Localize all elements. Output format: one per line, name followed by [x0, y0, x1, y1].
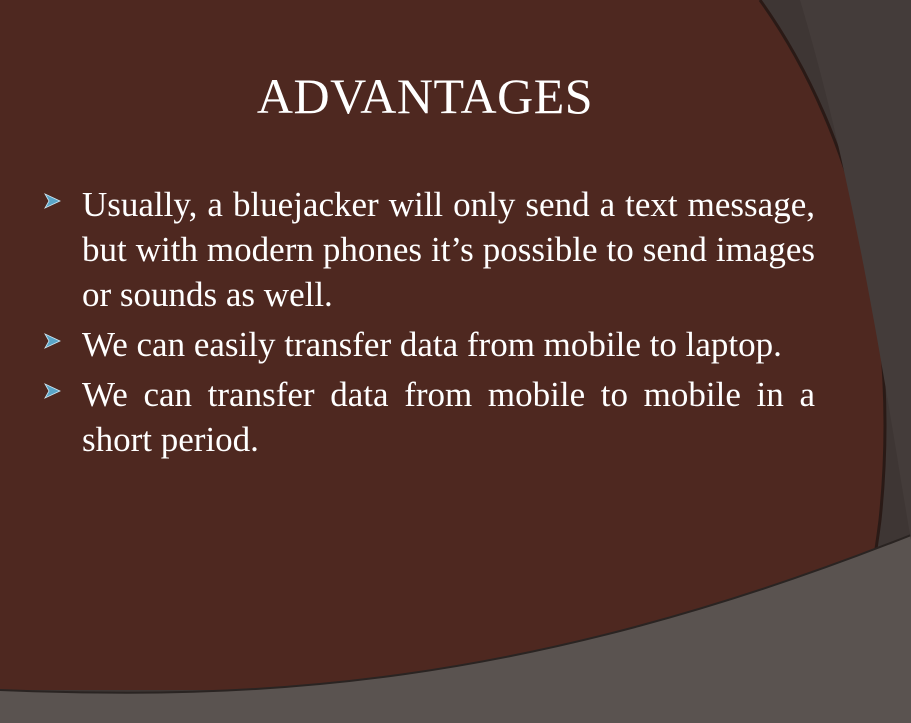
arrow-bullet-icon [44, 333, 61, 349]
slide: ADVANTAGES Usually, a bluejacker will on… [0, 0, 911, 723]
arrow-bullet-icon [44, 383, 61, 399]
bullet-list: Usually, a bluejacker will only send a t… [40, 182, 815, 467]
slide-title: ADVANTAGES [256, 68, 594, 124]
bullet-item: We can easily transfer data from mobile … [40, 322, 815, 367]
bullet-item: Usually, a bluejacker will only send a t… [40, 182, 815, 317]
bullet-item: We can transfer data from mobile to mobi… [40, 372, 815, 462]
bullet-text: Usually, a bluejacker will only send a t… [82, 185, 815, 314]
bullet-text: We can transfer data from mobile to mobi… [82, 375, 815, 459]
bullet-text: We can easily transfer data from mobile … [82, 325, 782, 364]
arrow-bullet-icon [44, 193, 61, 209]
